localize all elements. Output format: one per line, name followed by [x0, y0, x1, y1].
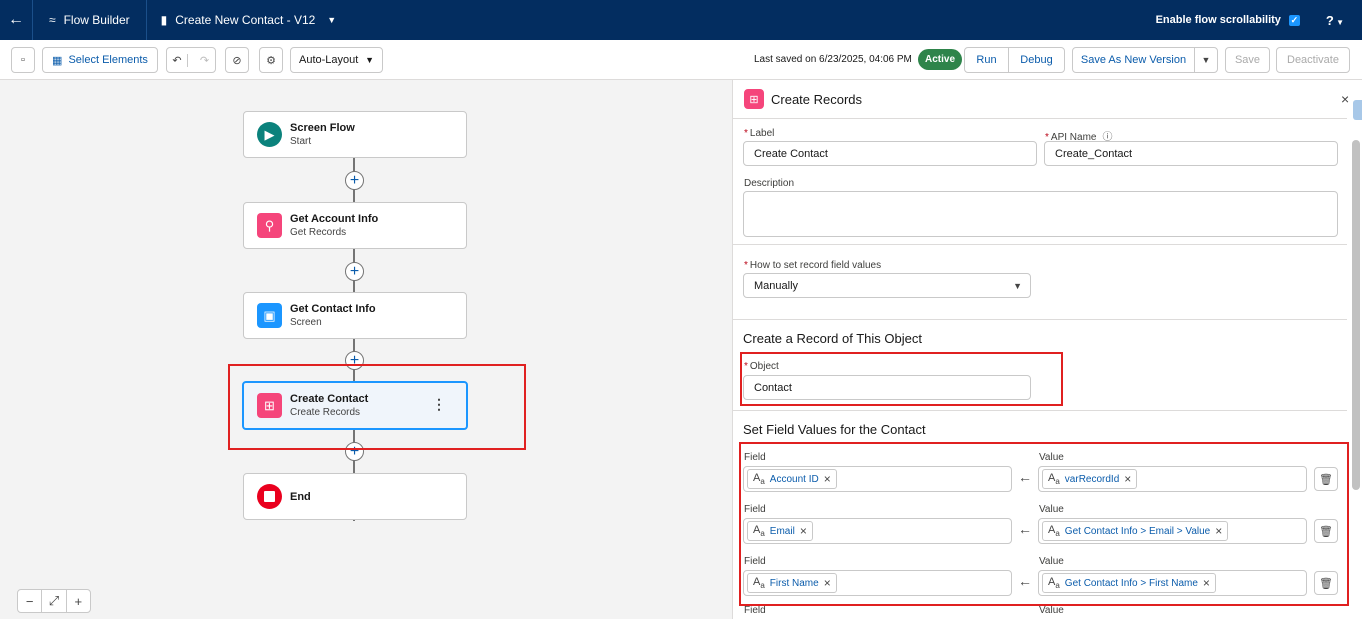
run-button[interactable]: Run — [964, 47, 1009, 73]
properties-panel: ⊞ Create Records × * Label Create Contact… — [732, 80, 1362, 619]
add-element-button[interactable]: + — [345, 171, 364, 190]
zoom-in-icon[interactable]: + — [67, 590, 90, 612]
panel-header: ⊞ Create Records — [744, 89, 862, 109]
play-icon: ▶ — [257, 122, 282, 147]
zoom-controls: − ⤢ + — [17, 589, 91, 613]
highlight-box — [228, 364, 526, 450]
toggle-panel-button[interactable]: ▫ — [11, 47, 35, 73]
chevron-down-icon: ▼ — [1013, 280, 1022, 291]
panel-side-tab[interactable] — [1353, 100, 1362, 120]
flow-builder-icon: ≈ — [49, 13, 56, 27]
app-header: ← ≈ Flow Builder ▮ Create New Contact - … — [0, 0, 1362, 40]
last-saved-text: Last saved on 6/23/2025, 04:06 PM — [754, 54, 912, 65]
panel-icon: ▫ — [21, 54, 25, 66]
chevron-down-icon: ▼ — [365, 55, 374, 65]
description-textarea[interactable] — [743, 191, 1338, 237]
document-icon: ▮ — [160, 13, 168, 27]
fit-view-icon[interactable]: ⤢ — [42, 590, 67, 612]
node-get-account-info[interactable]: ⚲ Get Account Info Get Records — [243, 202, 467, 249]
chevron-down-icon: ▼ — [327, 15, 337, 25]
zoom-out-icon[interactable]: − — [18, 590, 43, 612]
save-button[interactable]: Save — [1225, 47, 1270, 73]
field-label: Field — [744, 605, 766, 616]
get-records-icon: ⚲ — [257, 213, 282, 238]
status-badge: Active — [918, 49, 963, 70]
close-icon[interactable]: × — [1341, 91, 1349, 107]
create-records-icon: ⊞ — [744, 89, 764, 109]
howto-select[interactable]: Manually ▼ — [743, 273, 1031, 298]
scrollability-checkbox[interactable]: ✓ — [1288, 14, 1300, 26]
errors-button[interactable]: ⊘ — [225, 47, 249, 73]
save-as-new-version-button[interactable]: Save As New Version — [1072, 47, 1195, 73]
node-end[interactable]: End — [243, 473, 467, 520]
panel-scrollbar[interactable] — [1352, 140, 1360, 490]
gear-icon: ⚙ — [266, 54, 276, 67]
section-title-create: Create a Record of This Object — [743, 331, 922, 346]
api-name-input[interactable]: Create_Contact — [1044, 141, 1338, 166]
redo-icon[interactable]: ↷ — [194, 54, 215, 67]
block-icon: ⊘ — [232, 54, 242, 67]
highlight-box — [740, 352, 1063, 406]
node-screen-flow[interactable]: ▶ Screen Flow Start — [243, 111, 467, 158]
label-input[interactable]: Create Contact — [743, 141, 1037, 166]
node-get-contact-info[interactable]: ▣ Get Contact Info Screen — [243, 292, 467, 339]
scrollability-label: Enable flow scrollability — [1155, 14, 1281, 26]
deactivate-button[interactable]: Deactivate — [1276, 47, 1350, 73]
toolbar: ▫ ▦ Select Elements ↶ ↷ ⊘ ⚙ Auto-Layout ▼ … — [0, 40, 1362, 80]
stop-icon — [257, 484, 282, 509]
add-element-button[interactable]: + — [345, 262, 364, 281]
save-menu-button[interactable]: ▼ — [1194, 47, 1218, 73]
label-field-label: Label — [749, 128, 775, 139]
layout-select[interactable]: Auto-Layout ▼ — [290, 47, 383, 73]
debug-button[interactable]: Debug — [1008, 47, 1065, 73]
select-elements-button[interactable]: ▦ Select Elements — [42, 47, 158, 73]
description-label: Description — [744, 178, 795, 189]
section-title-fields: Set Field Values for the Contact — [743, 422, 926, 437]
settings-button[interactable]: ⚙ — [259, 47, 283, 73]
flow-canvas[interactable]: ▶ Screen Flow Start + ⚲ Get Account Info G… — [0, 80, 732, 619]
undo-icon[interactable]: ↶ — [167, 53, 189, 67]
chevron-down-icon: ▼ — [1201, 55, 1211, 65]
select-icon: ▦ — [52, 54, 63, 67]
highlight-box — [739, 442, 1349, 606]
flow-name-menu[interactable]: ▮ Create New Contact - V12 ▼ — [147, 0, 351, 40]
howto-label: How to set record field values — [749, 260, 882, 271]
screen-icon: ▣ — [257, 303, 282, 328]
app-title: ≈ Flow Builder — [33, 0, 147, 40]
value-label: Value — [1039, 605, 1064, 616]
help-menu[interactable]: ? ▼ — [1326, 13, 1344, 28]
undo-redo-group: ↶ ↷ — [166, 47, 216, 73]
back-arrow-icon[interactable]: ← — [0, 0, 33, 40]
